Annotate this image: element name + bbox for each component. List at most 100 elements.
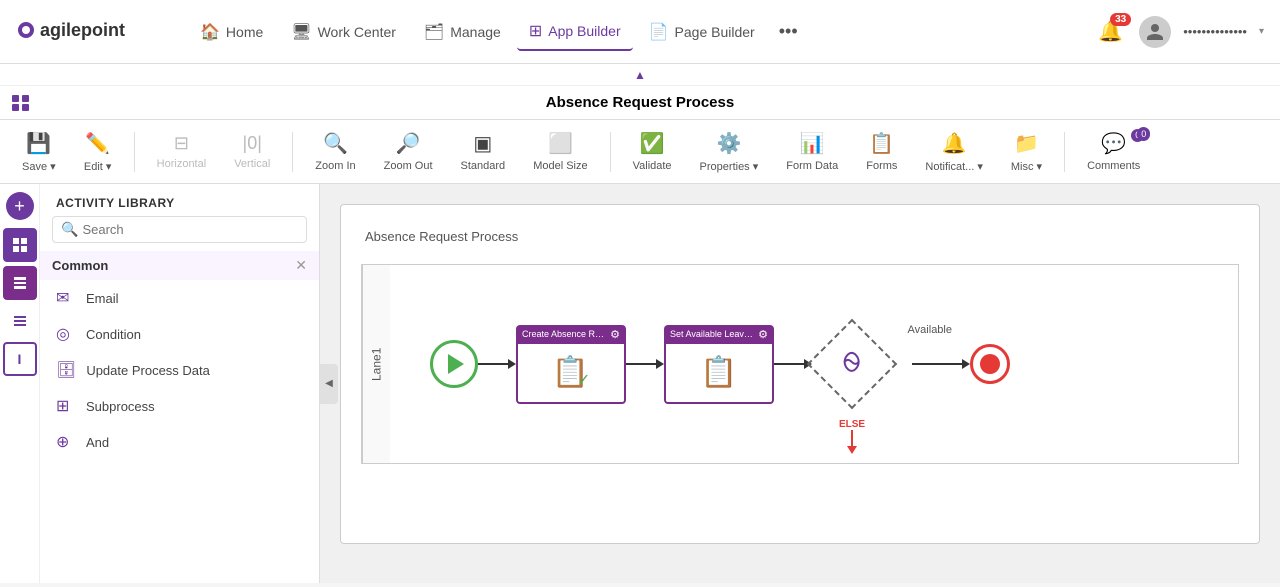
notifications-button[interactable]: 🔔 33 xyxy=(1094,15,1127,48)
activity-item-subprocess[interactable]: ⊞ Subprocess xyxy=(40,388,319,424)
gateway-node[interactable] xyxy=(807,319,898,410)
edit-button[interactable]: ✏️ Edit ▾ xyxy=(74,127,122,177)
activity-item-email-label: Email xyxy=(86,291,119,306)
save-icon: 💾 xyxy=(26,131,51,156)
arrow-2 xyxy=(626,359,664,369)
main-layout: + I ACTIVITY LIBRARY 🔍 Common ✕ ✉ xyxy=(0,184,1280,583)
search-icon: 🔍 xyxy=(61,221,78,238)
toolbar: 💾 Save ▾ ✏️ Edit ▾ ⊟ Horizontal |0| Vert… xyxy=(0,120,1280,184)
task-1-gear-icon[interactable]: ⚙ xyxy=(610,328,620,341)
horizontal-button[interactable]: ⊟ Horizontal xyxy=(147,129,217,174)
user-name[interactable]: •••••••••••••• xyxy=(1183,24,1247,39)
grid-cell-3 xyxy=(12,104,19,111)
model-size-icon: ⬜ xyxy=(548,131,573,156)
start-event-play-icon xyxy=(448,354,464,374)
zoom-in-label: Zoom In xyxy=(315,160,355,172)
comments-icon: 💬 xyxy=(1101,131,1126,156)
tab-2[interactable] xyxy=(3,266,37,300)
nav-right: 🔔 33 •••••••••••••• ▾ xyxy=(1094,15,1264,48)
model-size-button[interactable]: ⬜ Model Size xyxy=(523,127,597,176)
horizontal-label: Horizontal xyxy=(157,158,207,170)
edit-icon: ✏️ xyxy=(85,131,110,156)
manage-icon: 🗂 xyxy=(424,22,444,42)
vertical-button[interactable]: |0| Vertical xyxy=(224,129,280,174)
task-node-1[interactable]: Create Absence Reque... ⚙ 📋✓ xyxy=(516,325,626,404)
standard-button[interactable]: ▣ Standard xyxy=(451,127,516,176)
lane-content: Create Absence Reque... ⚙ 📋✓ xyxy=(390,265,1238,463)
end-event-inner xyxy=(980,354,1000,374)
arrow-1 xyxy=(478,359,516,369)
comments-button[interactable]: 💬 Comments 0 xyxy=(1077,127,1150,176)
section-close-button[interactable]: ✕ xyxy=(295,257,307,274)
add-activity-button[interactable]: + xyxy=(6,192,34,220)
misc-icon: 📁 xyxy=(1014,131,1039,156)
app-builder-icon: ⊞ xyxy=(529,21,542,41)
gateway-else-label: ELSE xyxy=(839,419,865,430)
save-button[interactable]: 💾 Save ▾ xyxy=(12,127,66,177)
process-canvas: Absence Request Process Lane1 xyxy=(340,204,1260,544)
zoom-out-icon: 🔎 xyxy=(396,131,421,156)
nav-item-app-builder[interactable]: ⊞ App Builder xyxy=(517,13,633,51)
tab-3[interactable] xyxy=(3,304,37,338)
arrow-line-2 xyxy=(626,363,656,365)
sidebar-panel: ACTIVITY LIBRARY 🔍 Common ✕ ✉ Email ◎ Co… xyxy=(40,184,319,583)
sidebar-collapse-button[interactable]: ◀ xyxy=(320,364,338,404)
properties-label: Properties ▾ xyxy=(700,160,759,173)
form-data-button[interactable]: 📊 Form Data xyxy=(776,127,848,176)
properties-button[interactable]: ⚙️ Properties ▾ xyxy=(690,127,769,177)
nav-item-page-builder-label: Page Builder xyxy=(675,24,755,40)
avatar[interactable] xyxy=(1139,16,1171,48)
toolbar-separator-3 xyxy=(610,132,611,172)
activity-item-condition[interactable]: ◎ Condition xyxy=(40,316,319,352)
validate-button[interactable]: ✅ Validate xyxy=(623,127,682,176)
left-side-tabs: + I xyxy=(0,184,40,583)
edit-label: Edit ▾ xyxy=(84,160,112,173)
nav-item-page-builder[interactable]: 📄 Page Builder xyxy=(637,14,767,50)
nav-more-button[interactable]: ••• xyxy=(771,17,806,46)
task-1-body: 📋✓ xyxy=(516,344,626,404)
page-title-bar: Absence Request Process xyxy=(0,86,1280,120)
zoom-out-button[interactable]: 🔎 Zoom Out xyxy=(374,127,443,176)
search-input[interactable] xyxy=(82,222,298,237)
common-section-header[interactable]: Common ✕ xyxy=(40,251,319,280)
arrow-head-4 xyxy=(962,359,970,369)
zoom-in-button[interactable]: 🔍 Zoom In xyxy=(305,127,365,176)
task-1-header: Create Absence Reque... ⚙ xyxy=(516,325,626,344)
notification-badge: 33 xyxy=(1110,13,1131,26)
canvas-process-title: Absence Request Process xyxy=(361,225,1239,248)
grid-cell-1 xyxy=(12,95,19,102)
task-2-gear-icon[interactable]: ⚙ xyxy=(758,328,768,341)
notifications-toolbar-button[interactable]: 🔔 Notificat... ▾ xyxy=(915,127,992,177)
activity-item-email[interactable]: ✉ Email xyxy=(40,280,319,316)
misc-button[interactable]: 📁 Misc ▾ xyxy=(1001,127,1052,177)
nav-item-home[interactable]: 🏠 Home xyxy=(188,14,275,50)
activity-item-condition-label: Condition xyxy=(86,327,141,342)
arrow-line-3 xyxy=(774,363,804,365)
end-event[interactable] xyxy=(970,344,1010,384)
flow-row: Create Absence Reque... ⚙ 📋✓ xyxy=(430,314,1010,414)
nav-item-work-center[interactable]: 🖥 Work Center xyxy=(279,14,408,50)
comments-label: Comments xyxy=(1087,160,1140,172)
sidebar: ACTIVITY LIBRARY 🔍 Common ✕ ✉ Email ◎ Co… xyxy=(40,184,320,583)
activity-item-update-process-data[interactable]: 🗄 Update Process Data xyxy=(40,352,319,388)
task-1-label: Create Absence Reque... xyxy=(522,329,607,339)
forms-icon: 📋 xyxy=(869,131,894,156)
forms-button[interactable]: 📋 Forms xyxy=(856,127,907,176)
user-menu-chevron[interactable]: ▾ xyxy=(1259,26,1264,37)
activity-library-header: ACTIVITY LIBRARY xyxy=(40,184,319,216)
collapse-arrow[interactable]: ▲ xyxy=(634,68,646,82)
arrow-4 xyxy=(912,359,970,369)
toolbar-separator-2 xyxy=(292,132,293,172)
task-2-body-icon: 📋 xyxy=(700,355,737,390)
start-event[interactable] xyxy=(430,340,478,388)
activity-library-tab[interactable] xyxy=(3,228,37,262)
zoom-in-icon: 🔍 xyxy=(323,131,348,156)
task-node-2[interactable]: Set Available Leave ... ⚙ 📋 xyxy=(664,325,774,404)
gateway-available-label: Available xyxy=(908,324,952,336)
nav-item-work-center-label: Work Center xyxy=(318,24,396,40)
activity-item-subprocess-label: Subprocess xyxy=(86,399,155,414)
tab-4[interactable]: I xyxy=(3,342,37,376)
activity-item-and[interactable]: ⊕ And xyxy=(40,424,319,460)
nav-item-manage[interactable]: 🗂 Manage xyxy=(412,14,513,50)
canvas-area[interactable]: Absence Request Process Lane1 xyxy=(320,184,1280,583)
